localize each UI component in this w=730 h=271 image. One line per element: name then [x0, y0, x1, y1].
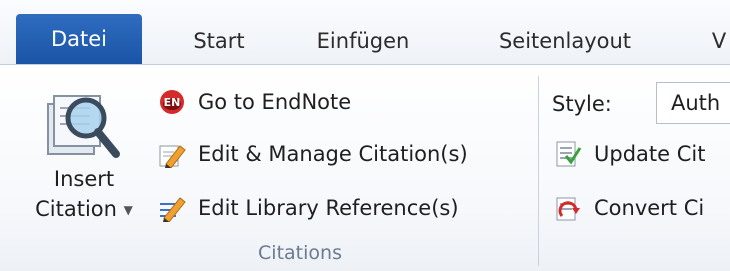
endnote-logo-icon: EN [160, 90, 184, 114]
tab-start[interactable]: Start [184, 18, 254, 64]
insert-citation-label-line1: Insert [53, 167, 115, 191]
update-citations-button[interactable]: Update Cit [554, 134, 705, 174]
edit-manage-citations-label: Edit & Manage Citation(s) [198, 142, 468, 166]
edit-manage-citations-button[interactable]: Edit & Manage Citation(s) [158, 134, 468, 174]
insert-citation-label-text: Citation [35, 197, 117, 221]
group-separator [538, 76, 539, 266]
edit-library-reference-label: Edit Library Reference(s) [198, 196, 459, 220]
ribbon-tab-bar: Datei Start Einfügen Seitenlayout V [0, 0, 730, 64]
edit-library-reference-button[interactable]: Edit Library Reference(s) [158, 188, 459, 228]
insert-citation-label: Insert Citation ▼ [14, 164, 154, 225]
convert-citations-button[interactable]: Convert Ci [554, 188, 704, 228]
insert-citation-magnifier-icon [47, 95, 120, 158]
edit-citation-pencil-icon [159, 145, 186, 168]
update-citations-icon [556, 141, 582, 167]
citations-group-label: Citations [258, 242, 342, 264]
go-to-endnote-button[interactable]: EN Go to EndNote [158, 82, 351, 122]
tab-seitenlayout[interactable]: Seitenlayout [486, 18, 644, 64]
convert-citations-icon [556, 197, 580, 221]
insert-citation-label-line2: Citation ▼ [14, 194, 154, 225]
edit-library-reference-icon [160, 197, 186, 222]
convert-citations-label: Convert Ci [594, 196, 705, 220]
update-citations-label: Update Cit [594, 142, 706, 166]
go-to-endnote-label: Go to EndNote [198, 90, 352, 114]
svg-text:EN: EN [164, 96, 181, 109]
tab-einfuegen[interactable]: Einfügen [304, 18, 422, 64]
style-label: Style: [552, 92, 612, 116]
tab-datei[interactable]: Datei [16, 14, 142, 64]
chevron-down-icon: ▼ [123, 203, 133, 217]
style-select[interactable]: Auth [656, 82, 730, 124]
tab-overflow[interactable]: V [704, 18, 730, 64]
